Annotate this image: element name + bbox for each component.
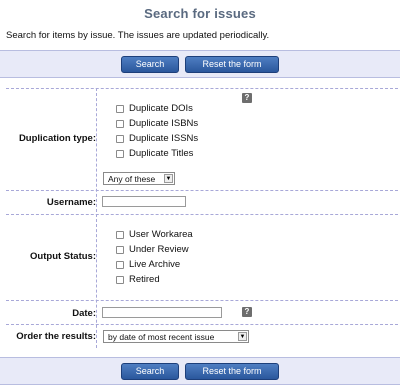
checkbox-box[interactable]: [116, 134, 124, 143]
date-row: Date: ?: [6, 300, 398, 325]
checkbox-box[interactable]: [116, 260, 124, 269]
checkbox-duplicate-issns[interactable]: Duplicate ISSNs: [116, 133, 198, 144]
chevron-down-icon: ▼: [238, 332, 247, 341]
checkbox-label: Duplicate ISSNs: [129, 133, 199, 144]
checkbox-box[interactable]: [116, 230, 124, 239]
checkbox-box[interactable]: [116, 149, 124, 158]
chevron-down-icon: ▼: [164, 174, 173, 183]
output-status-row: Output Status: User Workarea Under Revie…: [6, 214, 398, 301]
reset-button-top[interactable]: Reset the form: [185, 55, 279, 73]
bottom-button-bar: Search Reset the form: [0, 357, 400, 385]
order-select-value: by date of most recent issue: [108, 331, 215, 342]
username-label: Username:: [46, 197, 96, 208]
checkbox-label: User Workarea: [129, 229, 193, 240]
checkbox-box[interactable]: [116, 245, 124, 254]
search-button-bottom[interactable]: Search: [121, 362, 179, 380]
output-status-label: Output Status:: [30, 251, 96, 262]
match-mode-select[interactable]: Any of these ▼: [103, 172, 175, 185]
duplication-type-label: Duplication type:: [18, 133, 96, 144]
checkbox-label: Under Review: [129, 244, 189, 255]
checkbox-label: Duplicate ISBNs: [129, 118, 199, 129]
duplication-type-row: Duplication type: ? Duplicate DOIs Dupli…: [6, 88, 398, 191]
date-input[interactable]: [102, 307, 222, 318]
checkbox-duplicate-dois[interactable]: Duplicate DOIs: [116, 103, 193, 114]
page-title: Search for issues: [144, 6, 256, 21]
order-row: Order the results: by date of most recen…: [6, 324, 398, 349]
checkbox-duplicate-titles[interactable]: Duplicate Titles: [116, 148, 193, 159]
checkbox-box[interactable]: [116, 275, 124, 284]
checkbox-label: Retired: [129, 274, 160, 285]
checkbox-live-archive[interactable]: Live Archive: [116, 259, 180, 270]
order-select[interactable]: by date of most recent issue ▼: [103, 330, 249, 343]
page-intro: Search for items by issue. The issues ar…: [6, 30, 270, 41]
order-label: Order the results:: [16, 331, 96, 342]
checkbox-user-workarea[interactable]: User Workarea: [116, 229, 193, 240]
checkbox-box[interactable]: [116, 119, 124, 128]
checkbox-label: Live Archive: [129, 259, 181, 270]
username-row: Username:: [6, 190, 398, 215]
help-icon[interactable]: ?: [242, 307, 252, 317]
match-mode-value: Any of these: [108, 173, 156, 184]
checkbox-retired[interactable]: Retired: [116, 274, 160, 285]
reset-button-bottom[interactable]: Reset the form: [185, 362, 279, 380]
checkbox-under-review[interactable]: Under Review: [116, 244, 189, 255]
top-button-bar: Search Reset the form: [0, 50, 400, 78]
username-input[interactable]: [102, 196, 186, 207]
checkbox-label: Duplicate DOIs: [129, 103, 193, 114]
checkbox-label: Duplicate Titles: [129, 148, 194, 159]
checkbox-box[interactable]: [116, 104, 124, 113]
help-icon[interactable]: ?: [242, 93, 252, 103]
checkbox-duplicate-isbns[interactable]: Duplicate ISBNs: [116, 118, 198, 129]
search-button-top[interactable]: Search: [121, 55, 179, 73]
date-label: Date:: [72, 308, 96, 319]
